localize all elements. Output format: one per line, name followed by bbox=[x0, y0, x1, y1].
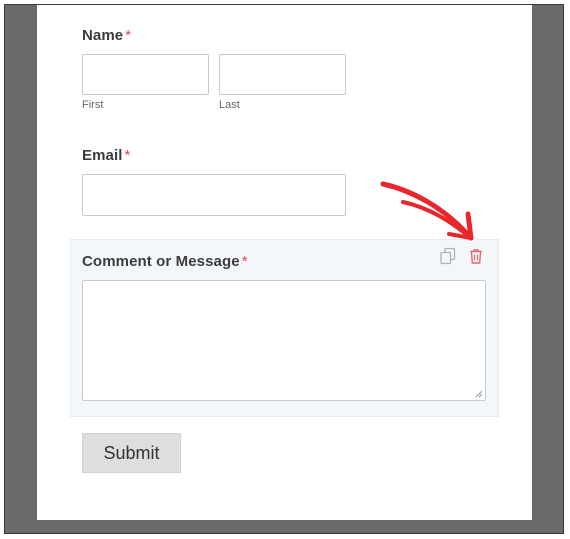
last-name-input[interactable] bbox=[219, 54, 346, 95]
required-marker: * bbox=[125, 27, 132, 44]
name-label: Name * bbox=[82, 27, 131, 44]
comment-textarea[interactable] bbox=[82, 280, 486, 401]
last-name-sublabel: Last bbox=[219, 99, 240, 111]
resize-handle-icon[interactable] bbox=[475, 390, 483, 398]
name-label-text: Name bbox=[82, 27, 124, 44]
required-marker: * bbox=[241, 253, 248, 270]
trash-icon[interactable] bbox=[467, 247, 485, 265]
submit-button[interactable]: Submit bbox=[82, 433, 181, 473]
first-name-sublabel: First bbox=[82, 99, 104, 111]
required-marker: * bbox=[124, 147, 131, 164]
duplicate-icon[interactable] bbox=[439, 247, 457, 265]
email-label: Email * bbox=[82, 147, 130, 164]
email-label-text: Email bbox=[82, 147, 123, 164]
first-name-input[interactable] bbox=[82, 54, 209, 95]
email-input[interactable] bbox=[82, 174, 346, 216]
comment-label-text: Comment or Message bbox=[82, 253, 240, 270]
comment-label: Comment or Message * bbox=[82, 253, 248, 270]
